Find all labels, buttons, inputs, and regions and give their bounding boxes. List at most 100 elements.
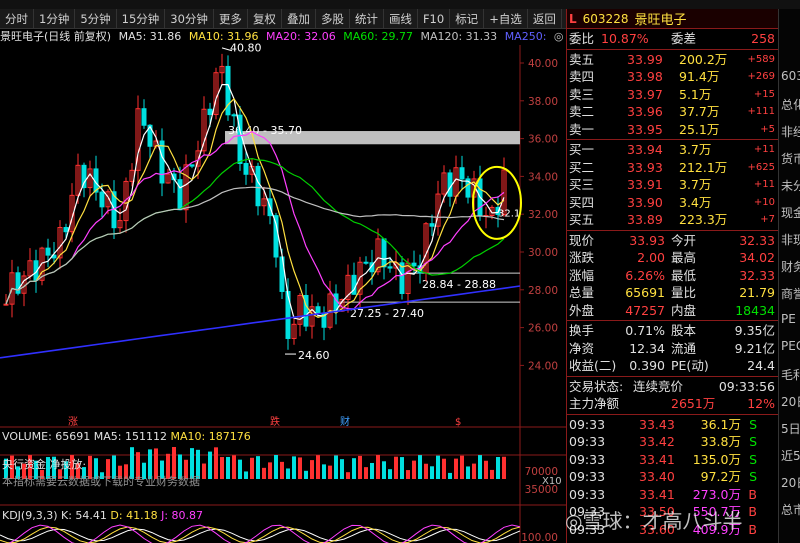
volume-bar xyxy=(262,467,266,479)
f10-item-5[interactable]: 现金 xyxy=(781,204,800,221)
toolbar-item-6[interactable]: 复权 xyxy=(248,8,282,29)
bid-row[interactable]: 买五 33.89 223.3万 +7 xyxy=(567,211,779,229)
toolbar-item-3[interactable]: 15分钟 xyxy=(117,8,166,29)
toolbar-item-11[interactable]: F10 xyxy=(418,8,451,29)
toolbar-item-7[interactable]: 叠加 xyxy=(282,8,316,29)
toolbar-item-12[interactable]: 标记 xyxy=(450,8,485,29)
volume-bar xyxy=(424,463,428,479)
stock-code[interactable]: 603228 xyxy=(583,12,629,26)
kline-chart-area[interactable]: 景旺电子(日线 前复权) MA5: 31.86 MA10: 31.96 MA20… xyxy=(0,29,566,543)
f10-item-16[interactable]: 总市 xyxy=(781,501,800,518)
ask-row[interactable]: 卖一 33.95 25.1万 +5 xyxy=(567,121,779,139)
tick-row[interactable]: 09:33 33.41 273.0万 B xyxy=(567,486,779,504)
bid-row[interactable]: 买三 33.91 3.7万 +11 xyxy=(567,176,779,194)
f10-item-4[interactable]: 未分 xyxy=(781,177,800,194)
bid-row[interactable]: 买二 33.93 212.1万 +625 xyxy=(567,159,779,177)
f10-item-12[interactable]: 20日 xyxy=(781,393,800,410)
price-axis-label: 34.00 xyxy=(528,171,558,183)
volume-bar xyxy=(400,457,404,479)
f10-item-15[interactable]: 20日 xyxy=(781,474,800,491)
toolbar-item-14[interactable]: 返回 xyxy=(528,8,562,29)
fin-value-2: 24.4 xyxy=(747,358,775,373)
toolbar-item-5[interactable]: 更多 xyxy=(214,8,248,29)
tick-row[interactable]: 09:33 33.42 33.8万 S xyxy=(567,433,779,451)
fin-row[interactable]: 净资 12.34 流通 9.21亿 xyxy=(567,340,779,358)
quote-label-2: 内盘 xyxy=(671,302,697,318)
toolbar-item-10[interactable]: 画线 xyxy=(384,8,418,29)
weicha-value: 258 xyxy=(751,31,775,46)
toolbar-item-9[interactable]: 统计 xyxy=(350,8,384,29)
period-toolbar: 分时 1分钟 5分钟 15分钟 30分钟 更多 复权 叠加 多股 统计 画线 F10 标记 +自选 返回 xyxy=(0,8,566,29)
f10-item-3[interactable]: 货币 xyxy=(781,150,800,167)
ask-volume: 91.4万 xyxy=(679,69,720,84)
volume-bar xyxy=(418,455,422,479)
f10-item-13[interactable]: 5日 xyxy=(781,420,800,437)
fin-row[interactable]: 换手 0.71% 股本 9.35亿 xyxy=(567,322,779,340)
volume-bar xyxy=(202,463,206,479)
volume-bar xyxy=(412,460,416,479)
kdj-legend: KDJ(9,3,3) K: 54.41 D: 41.18 J: 80.87 xyxy=(2,509,203,523)
volume-bar xyxy=(460,455,464,479)
volume-bar xyxy=(442,458,446,479)
quote-row[interactable]: 外盘 47257 内盘 18434 xyxy=(567,302,779,320)
mainflow-row[interactable]: 主力净额 2651万 12% xyxy=(567,395,779,413)
f10-item-0[interactable]: 603 xyxy=(781,69,800,83)
f10-side-column: 603 总化非经货币未分现金非现财务商誉 PE PEG 毛利 20日 5日近5 20日总市 xyxy=(778,9,800,543)
toolbar-item-1[interactable]: 1分钟 xyxy=(34,8,76,29)
ask-price: 33.95 xyxy=(627,121,663,137)
weibi-label: 委比 xyxy=(569,31,595,46)
quote-label: 涨跌 xyxy=(569,250,595,265)
tick-side: B xyxy=(748,504,757,519)
f10-item-6[interactable]: 非现 xyxy=(781,231,800,248)
candle-body xyxy=(207,108,213,116)
f10-item-11[interactable]: 毛利 xyxy=(781,366,800,383)
quote-label: 总量 xyxy=(569,285,595,300)
trade-status-row[interactable]: 交易状态: 连续竞价 09:33:56 xyxy=(567,378,779,396)
ask-volume: 200.2万 xyxy=(679,51,728,67)
tick-row[interactable]: 09:33 33.40 97.2万 S xyxy=(567,468,779,486)
toolbar-item-13[interactable]: +自选 xyxy=(484,8,528,29)
quote-label-2: 最高 xyxy=(671,250,697,265)
quote-row[interactable]: 涨跌 2.00 最高 34.02 xyxy=(567,249,779,267)
f10-item-10[interactable]: PEG xyxy=(781,339,800,353)
tick-row[interactable]: 09:33 33.41 135.0万 S xyxy=(567,451,779,469)
price-axis-label: 38.00 xyxy=(528,96,558,108)
tick-row[interactable]: 09:33 33.43 36.1万 S xyxy=(567,416,779,434)
tick-side: S xyxy=(749,469,757,484)
candle-body xyxy=(141,108,147,126)
volume-legend: VOLUME: 65691 MA5: 151112 MA10: 187176 xyxy=(2,430,251,444)
weibi-value: 10.87% xyxy=(601,31,649,46)
volume-bar xyxy=(304,470,308,479)
status-value: 连续竞价 xyxy=(633,378,684,394)
stock-name[interactable]: 景旺电子 xyxy=(634,9,686,28)
f10-item-2[interactable]: 非经 xyxy=(781,123,800,140)
ask-price: 33.96 xyxy=(627,104,663,119)
toolbar-item-8[interactable]: 多股 xyxy=(316,8,350,29)
toolbar-item-0[interactable]: 分时 xyxy=(0,8,34,29)
ask-row[interactable]: 卖二 33.96 37.7万 +111 xyxy=(567,103,779,121)
f10-item-1[interactable]: 总化 xyxy=(781,96,800,113)
f10-item-7[interactable]: 财务 xyxy=(781,258,800,275)
quote-row[interactable]: 现价 33.93 今开 32.33 xyxy=(567,232,779,250)
mainflow-pct: 12% xyxy=(747,396,775,411)
f10-item-8[interactable]: 商誉 xyxy=(781,285,800,302)
tick-price: 33.43 xyxy=(639,416,675,432)
sep-quote xyxy=(567,320,779,321)
fin-row[interactable]: 收益(二) 0.390 PE(动) 24.4 xyxy=(567,357,779,375)
toolbar-item-4[interactable]: 30分钟 xyxy=(165,8,214,29)
weibi-row[interactable]: 委比 10.87% 委差 258 xyxy=(567,30,779,48)
toolbar-item-2[interactable]: 5分钟 xyxy=(75,8,117,29)
quote-row[interactable]: 总量 65691 量比 21.79 xyxy=(567,284,779,302)
f10-item-9[interactable]: PE xyxy=(781,312,796,326)
quote-row[interactable]: 涨幅 6.26% 最低 32.33 xyxy=(567,267,779,285)
ask-row[interactable]: 卖三 33.97 5.1万 +15 xyxy=(567,86,779,104)
bid-change: +625 xyxy=(747,161,775,173)
kdj-j: J: 80.87 xyxy=(161,509,204,522)
ask-row[interactable]: 卖五 33.99 200.2万 +589 xyxy=(567,51,779,69)
ask-row[interactable]: 卖四 33.98 91.4万 +269 xyxy=(567,68,779,86)
price-axis-label: 28.00 xyxy=(528,285,558,297)
bid-row[interactable]: 买一 33.94 3.7万 +11 xyxy=(567,141,779,159)
f10-item-14[interactable]: 近5 xyxy=(781,447,800,464)
bid-row[interactable]: 买四 33.90 3.4万 +10 xyxy=(567,194,779,212)
fin-label-2: 流通 xyxy=(671,340,697,356)
